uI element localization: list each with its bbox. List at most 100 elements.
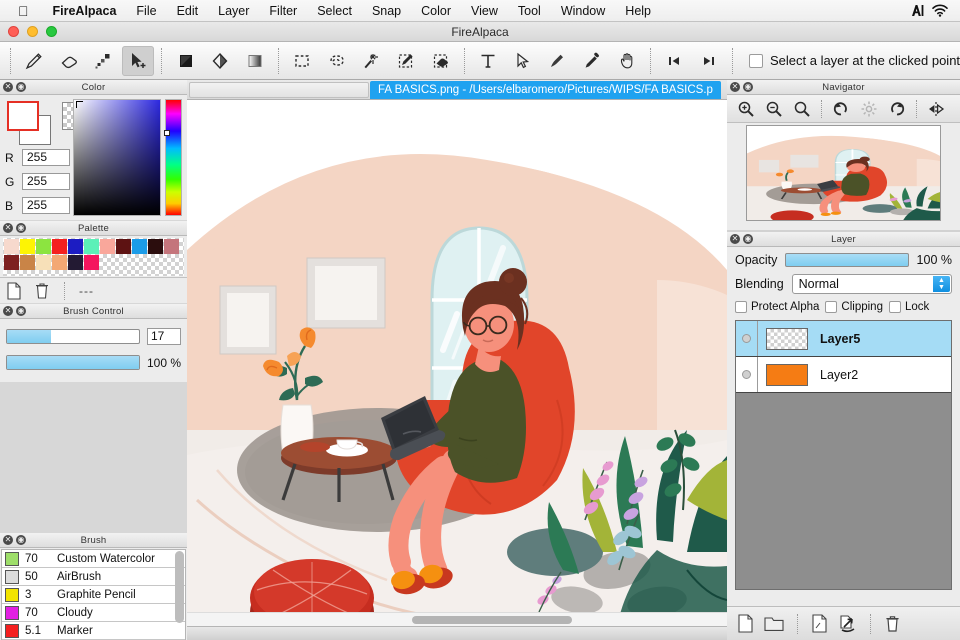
layer-list[interactable]: Layer5 Layer2 — [735, 320, 952, 590]
redo-button[interactable] — [692, 46, 725, 76]
magic-wand-tool[interactable] — [355, 46, 388, 76]
collapse-panel-icon[interactable]: ◉ — [16, 535, 26, 545]
palette-swatch[interactable] — [20, 255, 35, 270]
layer-list-item[interactable]: Layer5 — [736, 321, 951, 357]
close-panel-icon[interactable]: ✕ — [3, 223, 13, 233]
brush-size-input[interactable]: 17 — [147, 328, 181, 345]
brush-list-scrollbar[interactable] — [175, 551, 184, 623]
close-panel-icon[interactable]: ✕ — [3, 535, 13, 545]
menu-item-layer[interactable]: Layer — [208, 0, 259, 22]
lasso-select-tool[interactable] — [321, 46, 354, 76]
saturation-value-picker[interactable] — [73, 99, 161, 216]
close-panel-icon[interactable]: ✕ — [730, 234, 740, 244]
new-layer-icon[interactable] — [737, 614, 754, 633]
menu-item-firealpaca[interactable]: FireAlpaca — [43, 0, 127, 22]
new-folder-icon[interactable] — [764, 615, 784, 632]
palette-swatch[interactable] — [20, 239, 35, 254]
rotate-right-icon[interactable] — [884, 97, 910, 121]
canvas-viewport[interactable] — [187, 100, 727, 626]
palette-swatch[interactable] — [164, 239, 179, 254]
blur-tool[interactable] — [87, 46, 120, 76]
brush-list-item[interactable]: 70 Custom Watercolor — [2, 550, 185, 568]
palette-swatch[interactable] — [84, 255, 99, 270]
color-swatch-stack[interactable] — [7, 101, 53, 145]
foreground-color-swatch[interactable] — [7, 101, 39, 131]
menu-item-edit[interactable]: Edit — [167, 0, 209, 22]
palette-swatch[interactable] — [84, 239, 99, 254]
clipping-option[interactable]: Clipping — [825, 301, 883, 313]
select-pen-tool[interactable] — [390, 46, 423, 76]
protect-alpha-option[interactable]: Protect Alpha — [735, 301, 819, 313]
clipping-checkbox[interactable] — [825, 301, 838, 313]
move-tool[interactable] — [121, 45, 155, 76]
brush-list[interactable]: 70 Custom Watercolor 50 AirBrush 3 Graphite P… — [1, 549, 186, 640]
zoom-reset-icon[interactable] — [789, 97, 815, 121]
blue-channel-input[interactable]: 255 — [22, 197, 70, 214]
blending-mode-select[interactable]: Normal ▲ ▼ — [791, 274, 952, 294]
rotate-left-icon[interactable] — [828, 97, 854, 121]
layer-visibility-toggle[interactable] — [736, 357, 758, 392]
hue-slider[interactable] — [164, 99, 182, 216]
close-panel-icon[interactable]: ✕ — [3, 82, 13, 92]
palette-swatch[interactable] — [116, 239, 131, 254]
menu-item-select[interactable]: Select — [307, 0, 362, 22]
palette-swatch[interactable] — [4, 255, 19, 270]
select-layer-option[interactable]: Select a layer at the clicked point — [748, 53, 960, 68]
palette-swatch[interactable] — [52, 239, 67, 254]
brush-size-slider[interactable] — [6, 329, 140, 344]
brush-list-item[interactable]: 5.1 Marker — [2, 622, 185, 640]
gradient-linear-tool[interactable] — [238, 46, 271, 76]
menu-item-help[interactable]: Help — [615, 0, 661, 22]
select-eraser-tool[interactable] — [424, 46, 457, 76]
bucket-fill-tool[interactable] — [169, 46, 202, 76]
merge-layer-icon[interactable] — [838, 614, 857, 633]
adobe-creative-cloud-icon[interactable] — [911, 4, 925, 17]
palette-swatch[interactable] — [36, 255, 51, 270]
palette-swatch[interactable] — [36, 239, 51, 254]
canvas-scroll-thumb[interactable] — [412, 616, 572, 624]
close-panel-icon[interactable]: ✕ — [3, 306, 13, 316]
layer-visibility-toggle[interactable] — [736, 321, 758, 356]
palette-swatch[interactable] — [68, 239, 83, 254]
lock-checkbox[interactable] — [888, 301, 901, 313]
delete-palette-icon[interactable] — [34, 282, 50, 300]
lock-option[interactable]: Lock — [888, 301, 929, 313]
menu-item-color[interactable]: Color — [411, 0, 461, 22]
eraser-tool[interactable] — [53, 46, 86, 76]
rotate-reset-icon[interactable] — [856, 97, 882, 121]
brush-opacity-slider[interactable] — [6, 355, 140, 370]
collapse-panel-icon[interactable]: ◉ — [743, 82, 753, 92]
palette-swatch[interactable] — [132, 239, 147, 254]
palette-swatch[interactable] — [100, 239, 115, 254]
layer-opacity-slider[interactable] — [785, 253, 909, 267]
wifi-icon[interactable] — [932, 4, 948, 17]
operation-tool[interactable] — [507, 46, 540, 76]
collapse-panel-icon[interactable]: ◉ — [743, 234, 753, 244]
canvas-horizontal-scrollbar[interactable] — [187, 612, 727, 626]
rect-select-tool[interactable] — [286, 46, 319, 76]
duplicate-layer-icon[interactable] — [811, 614, 828, 633]
apple-logo-icon[interactable]:  — [18, 4, 29, 18]
eyedropper-tool[interactable] — [576, 46, 609, 76]
document-tab[interactable]: FA BASICS.png - /Users/elbaromero/Pictur… — [370, 81, 721, 99]
palette-swatch[interactable] — [52, 255, 67, 270]
layer-list-item[interactable]: Layer2 — [736, 357, 951, 393]
palette-swatch[interactable] — [68, 255, 83, 270]
red-channel-input[interactable]: 255 — [22, 149, 70, 166]
collapse-panel-icon[interactable]: ◉ — [16, 306, 26, 316]
menu-item-snap[interactable]: Snap — [362, 0, 411, 22]
protect-alpha-checkbox[interactable] — [735, 301, 747, 313]
pen-tool[interactable] — [18, 46, 51, 76]
palette-swatch[interactable] — [148, 239, 163, 254]
close-panel-icon[interactable]: ✕ — [730, 82, 740, 92]
zoom-out-icon[interactable] — [761, 97, 787, 121]
menu-item-filter[interactable]: Filter — [259, 0, 307, 22]
palette-swatch-grid[interactable] — [3, 238, 184, 276]
palette-select[interactable]: --- — [79, 284, 94, 298]
eyedropper-brush-tool[interactable] — [541, 46, 574, 76]
collapse-panel-icon[interactable]: ◉ — [16, 82, 26, 92]
brush-list-item[interactable]: 70 Cloudy — [2, 604, 185, 622]
brush-list-item[interactable]: 50 AirBrush — [2, 568, 185, 586]
flip-horizontal-icon[interactable] — [923, 97, 949, 121]
artwork-illustration[interactable] — [187, 100, 727, 626]
